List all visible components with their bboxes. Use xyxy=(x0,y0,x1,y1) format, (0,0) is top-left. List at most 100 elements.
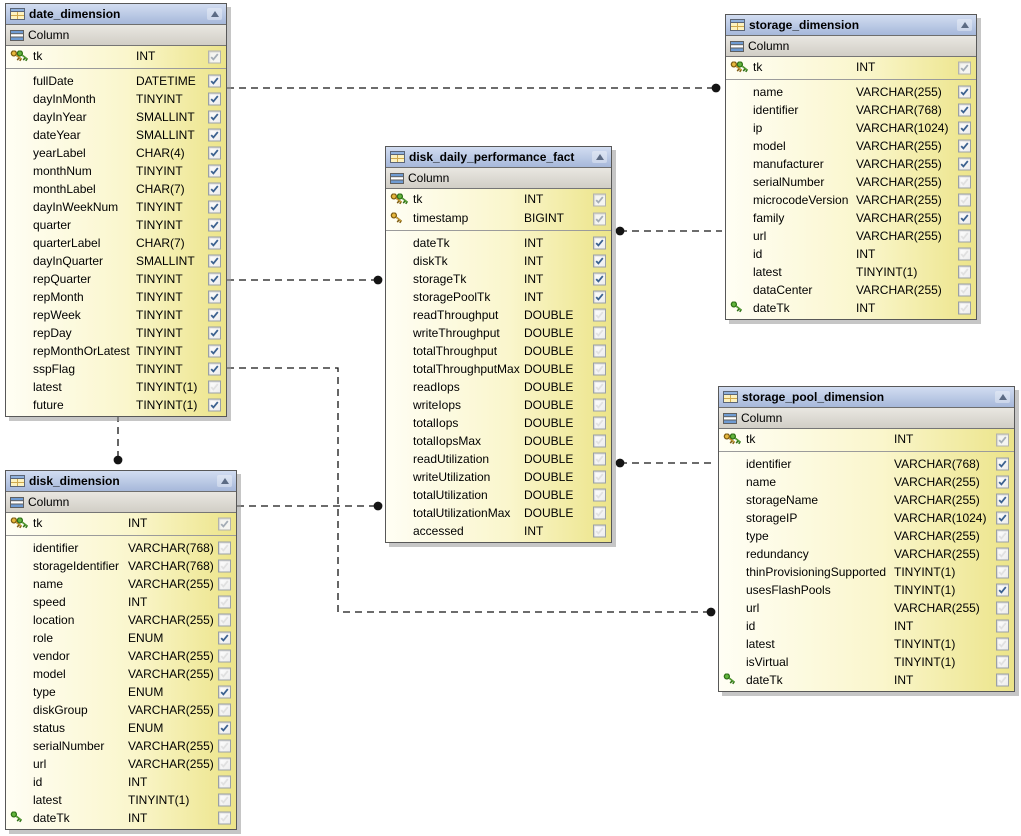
not-null-checkbox[interactable] xyxy=(208,272,221,286)
column-row[interactable]: repWeek TINYINT xyxy=(6,306,226,324)
column-row[interactable]: dateTk INT xyxy=(726,299,976,317)
not-null-checkbox[interactable] xyxy=(996,493,1009,507)
not-null-checkbox[interactable] xyxy=(958,85,971,99)
not-null-checkbox[interactable] xyxy=(208,380,221,394)
not-null-checkbox[interactable] xyxy=(218,631,231,645)
not-null-checkbox[interactable] xyxy=(593,344,606,358)
not-null-checkbox[interactable] xyxy=(218,577,231,591)
not-null-checkbox[interactable] xyxy=(996,583,1009,597)
column-row[interactable]: url VARCHAR(255) xyxy=(719,599,1014,617)
not-null-checkbox[interactable] xyxy=(593,434,606,448)
column-row[interactable]: name VARCHAR(255) xyxy=(6,575,236,593)
column-row[interactable]: storageIdentifier VARCHAR(768) xyxy=(6,557,236,575)
column-row[interactable]: microcodeVersion VARCHAR(255) xyxy=(726,191,976,209)
column-row[interactable]: totalIopsMax DOUBLE xyxy=(386,432,611,450)
column-row[interactable]: dateYear SMALLINT xyxy=(6,126,226,144)
column-row[interactable]: speed INT xyxy=(6,593,236,611)
table-header[interactable]: date_dimension xyxy=(6,4,226,25)
relationship-date_dimension-to-storage_dimension[interactable] xyxy=(227,83,721,93)
column-row[interactable]: monthLabel CHAR(7) xyxy=(6,180,226,198)
column-row[interactable]: totalUtilization DOUBLE xyxy=(386,486,611,504)
not-null-checkbox[interactable] xyxy=(593,290,606,304)
relationship-date_dimension-to-disk_dimension[interactable] xyxy=(113,415,123,465)
column-row[interactable]: redundancy VARCHAR(255) xyxy=(719,545,1014,563)
column-row[interactable]: totalUtilizationMax DOUBLE xyxy=(386,504,611,522)
not-null-checkbox[interactable] xyxy=(218,517,231,530)
not-null-checkbox[interactable] xyxy=(218,775,231,789)
column-row[interactable]: name VARCHAR(255) xyxy=(726,83,976,101)
not-null-checkbox[interactable] xyxy=(208,110,221,124)
not-null-checkbox[interactable] xyxy=(958,157,971,171)
column-row[interactable]: dateTk INT xyxy=(6,809,236,827)
not-null-checkbox[interactable] xyxy=(218,739,231,753)
column-row[interactable]: manufacturer VARCHAR(255) xyxy=(726,155,976,173)
not-null-checkbox[interactable] xyxy=(958,265,971,279)
column-row[interactable]: url VARCHAR(255) xyxy=(6,755,236,773)
column-row[interactable]: totalThroughputMax DOUBLE xyxy=(386,360,611,378)
table-figure-storage_dimension[interactable]: storage_dimension Column tk INT name VARCHAR(… xyxy=(725,14,977,320)
not-null-checkbox[interactable] xyxy=(218,667,231,681)
column-row[interactable]: identifier VARCHAR(768) xyxy=(719,455,1014,473)
column-row[interactable]: repMonthOrLatest TINYINT xyxy=(6,342,226,360)
column-row[interactable]: storagePoolTk INT xyxy=(386,288,611,306)
key-column-row[interactable]: tk INT xyxy=(726,58,976,77)
not-null-checkbox[interactable] xyxy=(996,529,1009,543)
not-null-checkbox[interactable] xyxy=(218,613,231,627)
column-row[interactable]: dateTk INT xyxy=(386,234,611,252)
key-column-row[interactable]: tk INT xyxy=(6,514,236,533)
collapse-arrow-icon[interactable] xyxy=(217,475,232,487)
not-null-checkbox[interactable] xyxy=(593,362,606,376)
not-null-checkbox[interactable] xyxy=(208,290,221,304)
column-row[interactable]: dateTk INT xyxy=(719,671,1014,689)
column-row[interactable]: type ENUM xyxy=(6,683,236,701)
column-row[interactable]: ip VARCHAR(1024) xyxy=(726,119,976,137)
column-row[interactable]: storageName VARCHAR(255) xyxy=(719,491,1014,509)
not-null-checkbox[interactable] xyxy=(218,685,231,699)
column-row[interactable]: url VARCHAR(255) xyxy=(726,227,976,245)
column-row[interactable]: latest TINYINT(1) xyxy=(726,263,976,281)
column-row[interactable]: readIops DOUBLE xyxy=(386,378,611,396)
column-row[interactable]: sspFlag TINYINT xyxy=(6,360,226,378)
column-row[interactable]: yearLabel CHAR(4) xyxy=(6,144,226,162)
not-null-checkbox[interactable] xyxy=(593,236,606,250)
not-null-checkbox[interactable] xyxy=(593,416,606,430)
not-null-checkbox[interactable] xyxy=(593,193,606,206)
column-row[interactable]: fullDate DATETIME xyxy=(6,72,226,90)
not-null-checkbox[interactable] xyxy=(996,673,1009,687)
column-row[interactable]: type VARCHAR(255) xyxy=(719,527,1014,545)
column-row[interactable]: latest TINYINT(1) xyxy=(6,791,236,809)
column-row[interactable]: totalThroughput DOUBLE xyxy=(386,342,611,360)
column-row[interactable]: storageIP VARCHAR(1024) xyxy=(719,509,1014,527)
not-null-checkbox[interactable] xyxy=(218,595,231,609)
column-row[interactable]: future TINYINT(1) xyxy=(6,396,226,414)
column-row[interactable]: identifier VARCHAR(768) xyxy=(726,101,976,119)
not-null-checkbox[interactable] xyxy=(996,565,1009,579)
not-null-checkbox[interactable] xyxy=(996,433,1009,446)
not-null-checkbox[interactable] xyxy=(958,61,971,74)
collapse-arrow-icon[interactable] xyxy=(207,8,222,20)
column-row[interactable]: name VARCHAR(255) xyxy=(719,473,1014,491)
table-figure-disk_daily_performance_fact[interactable]: disk_daily_performance_fact Column tk INT ti… xyxy=(385,146,612,543)
column-row[interactable]: isVirtual TINYINT(1) xyxy=(719,653,1014,671)
not-null-checkbox[interactable] xyxy=(208,308,221,322)
not-null-checkbox[interactable] xyxy=(593,326,606,340)
column-row[interactable]: quarterLabel CHAR(7) xyxy=(6,234,226,252)
column-row[interactable]: usesFlashPools TINYINT(1) xyxy=(719,581,1014,599)
not-null-checkbox[interactable] xyxy=(218,559,231,573)
table-figure-date_dimension[interactable]: date_dimension Column tk INT fullDate DATETIM… xyxy=(5,3,227,417)
not-null-checkbox[interactable] xyxy=(208,182,221,196)
not-null-checkbox[interactable] xyxy=(208,362,221,376)
column-row[interactable]: accessed INT xyxy=(386,522,611,540)
not-null-checkbox[interactable] xyxy=(958,301,971,315)
not-null-checkbox[interactable] xyxy=(593,452,606,466)
not-null-checkbox[interactable] xyxy=(208,200,221,214)
not-null-checkbox[interactable] xyxy=(593,398,606,412)
not-null-checkbox[interactable] xyxy=(218,811,231,825)
not-null-checkbox[interactable] xyxy=(958,121,971,135)
not-null-checkbox[interactable] xyxy=(593,212,606,225)
not-null-checkbox[interactable] xyxy=(218,649,231,663)
not-null-checkbox[interactable] xyxy=(958,175,971,189)
column-row[interactable]: model VARCHAR(255) xyxy=(6,665,236,683)
table-figure-disk_dimension[interactable]: disk_dimension Column tk INT identifier VARCH… xyxy=(5,470,237,830)
column-row[interactable]: repQuarter TINYINT xyxy=(6,270,226,288)
